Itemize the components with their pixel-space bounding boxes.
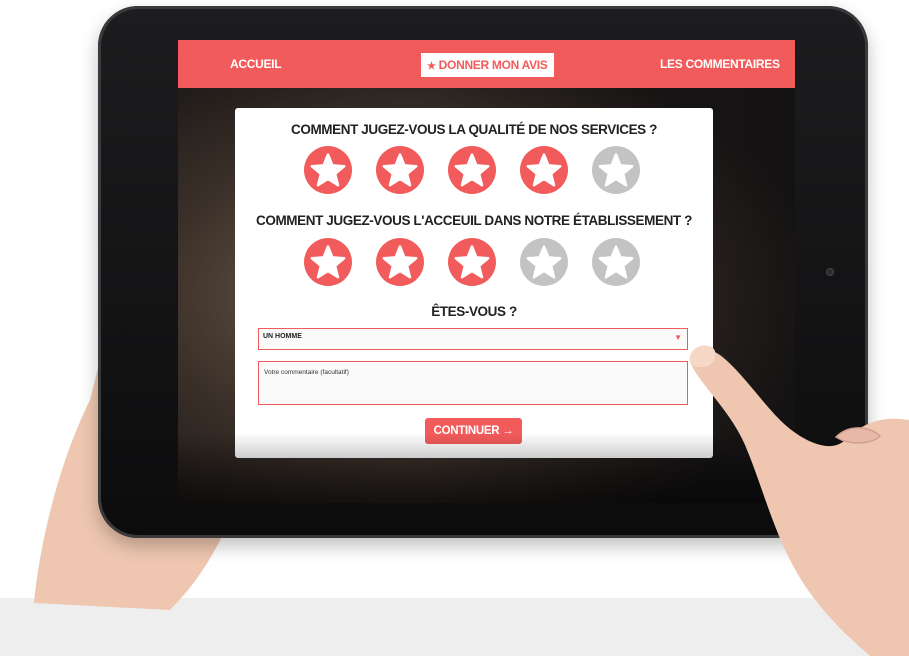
right-hand	[689, 345, 909, 656]
